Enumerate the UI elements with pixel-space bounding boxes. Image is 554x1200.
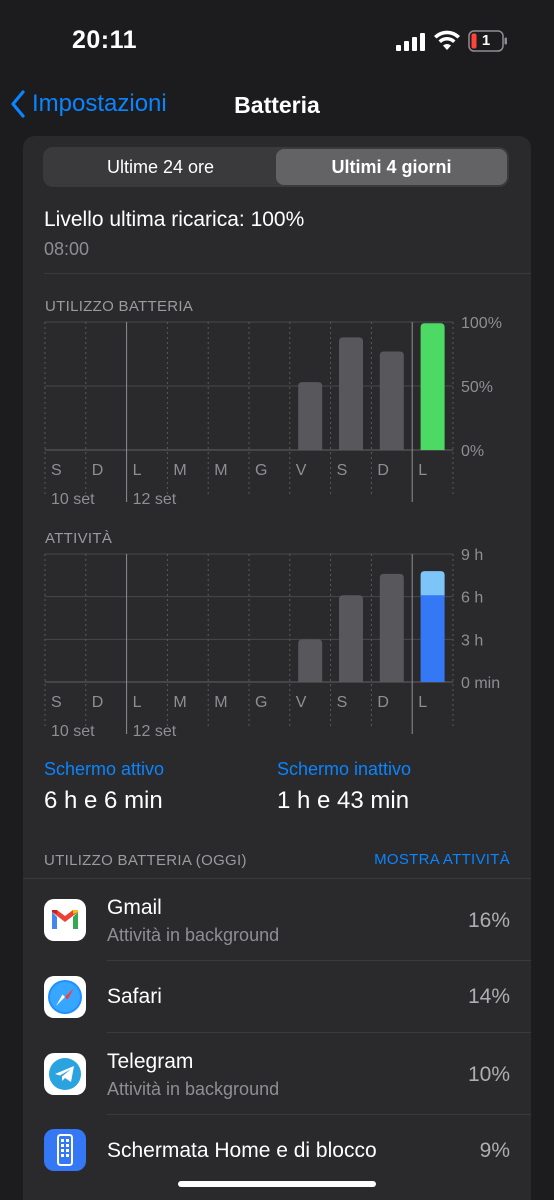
- bar: [379, 351, 404, 450]
- navigation-bar: Impostazioni Batteria: [0, 78, 554, 136]
- bar: [379, 573, 404, 682]
- activity-chart[interactable]: 9 h 6 h 3 h 0 min S D L M M G V S D L 10 set 12 set: [43, 548, 531, 738]
- app-percent: 10%: [467, 1063, 510, 1086]
- battery-card: Ultime 24 ore Ultimi 4 giorni Livello ul…: [23, 136, 531, 1200]
- x-tick-label: D: [92, 694, 104, 711]
- x-tick-label: D: [377, 694, 389, 711]
- segment-4days[interactable]: Ultimi 4 giorni: [276, 149, 507, 185]
- x-tick-label: M: [173, 694, 186, 711]
- x-tick-label: G: [255, 694, 267, 711]
- date-label: 10 set: [51, 491, 95, 506]
- app-row-gmail[interactable]: Gmail Attività in background 16%: [23, 879, 531, 961]
- x-tick-label: M: [173, 462, 186, 479]
- battery-usage-chart[interactable]: 100% 50% 0% S D L M M G V S D L 10 set 12 set: [43, 316, 531, 506]
- battery-usage-chart-title: UTILIZZO BATTERIA: [45, 298, 194, 315]
- app-subtitle: Attività in background: [107, 1079, 280, 1099]
- last-charge-time: 08:00: [44, 239, 90, 259]
- show-activity-button[interactable]: MOSTRA ATTIVITÀ: [374, 851, 510, 868]
- safari-icon: [44, 976, 86, 1018]
- wifi-icon: [434, 30, 460, 50]
- gmail-icon: [44, 899, 86, 941]
- bar-screen-on: [420, 595, 445, 682]
- x-tick-label: D: [377, 462, 389, 479]
- app-percent: 16%: [467, 909, 510, 932]
- date-label: 10 set: [51, 723, 95, 738]
- y-tick-label: 50%: [461, 379, 493, 396]
- y-tick-label: 9 h: [461, 548, 483, 564]
- telegram-icon: [44, 1053, 86, 1095]
- date-label: 12 set: [133, 723, 177, 738]
- x-tick-label: G: [255, 462, 267, 479]
- x-tick-label: S: [337, 694, 348, 711]
- bar: [339, 595, 363, 682]
- cellular-signal-icon: [396, 33, 425, 51]
- app-percent: 9%: [479, 1139, 510, 1162]
- y-tick-label: 3 h: [461, 632, 483, 649]
- divider: [44, 273, 531, 274]
- app-row-telegram[interactable]: Telegram Attività in background 10%: [23, 1033, 531, 1115]
- x-tick-label: S: [51, 462, 62, 479]
- date-label: 12 set: [133, 491, 177, 506]
- y-tick-label: 6 h: [461, 590, 483, 607]
- x-tick-label: D: [92, 462, 104, 479]
- x-tick-label: S: [337, 462, 348, 479]
- app-name: Gmail: [107, 896, 162, 919]
- app-name: Schermata Home e di blocco: [107, 1139, 377, 1162]
- battery-icon: 1: [468, 30, 508, 52]
- activity-chart-svg: 9 h 6 h 3 h 0 min S D L M M G V S D L 10 set 12 set: [44, 548, 500, 738]
- bar-screen-off: [420, 571, 445, 597]
- x-tick-label: V: [296, 462, 307, 479]
- y-tick-label: 100%: [461, 316, 502, 332]
- app-name: Telegram: [107, 1050, 194, 1073]
- status-time: 20:11: [72, 26, 138, 54]
- home-lock-screen-icon: [44, 1129, 86, 1171]
- screen-off-label: Schermo inattivo: [277, 759, 412, 779]
- app-name: Safari: [107, 985, 162, 1008]
- x-tick-label: M: [214, 462, 227, 479]
- bar: [298, 382, 323, 450]
- bar: [420, 323, 445, 450]
- y-tick-label: 0%: [461, 443, 484, 460]
- screen-on-label: Schermo attivo: [44, 759, 165, 779]
- x-tick-label: M: [214, 694, 227, 711]
- bar: [339, 337, 363, 450]
- x-tick-label: L: [133, 462, 142, 479]
- usage-today-label: UTILIZZO BATTERIA (OGGI): [44, 852, 247, 869]
- x-tick-label: S: [51, 694, 62, 711]
- app-row-home-lock[interactable]: Schermata Home e di blocco 9%: [23, 1115, 531, 1187]
- battery-chart-svg: 100% 50% 0% S D L M M G V S D L 10 set 12 set: [44, 316, 502, 506]
- time-range-segmented-control: Ultime 24 ore Ultimi 4 giorni: [43, 147, 509, 187]
- home-indicator[interactable]: [178, 1181, 376, 1187]
- x-tick-label: V: [296, 694, 307, 711]
- y-tick-label: 0 min: [461, 675, 500, 692]
- battery-level-text: 1: [481, 32, 491, 49]
- app-subtitle: Attività in background: [107, 925, 280, 945]
- x-tick-label: L: [418, 694, 427, 711]
- page-title: Batteria: [234, 92, 320, 118]
- status-bar: 20:11 1: [0, 0, 554, 78]
- segment-24h[interactable]: Ultime 24 ore: [45, 149, 276, 185]
- app-row-safari[interactable]: Safari 14%: [23, 961, 531, 1033]
- bar: [298, 639, 323, 682]
- activity-chart-title: ATTIVITÀ: [45, 530, 113, 547]
- x-tick-label: L: [133, 694, 142, 711]
- screen-off-value: 1 h e 43 min: [277, 787, 410, 814]
- x-tick-label: L: [418, 462, 427, 479]
- screen-on-value: 6 h e 6 min: [44, 787, 163, 814]
- last-charge-label: Livello ultima ricarica: 100%: [44, 208, 305, 231]
- app-percent: 14%: [467, 985, 510, 1008]
